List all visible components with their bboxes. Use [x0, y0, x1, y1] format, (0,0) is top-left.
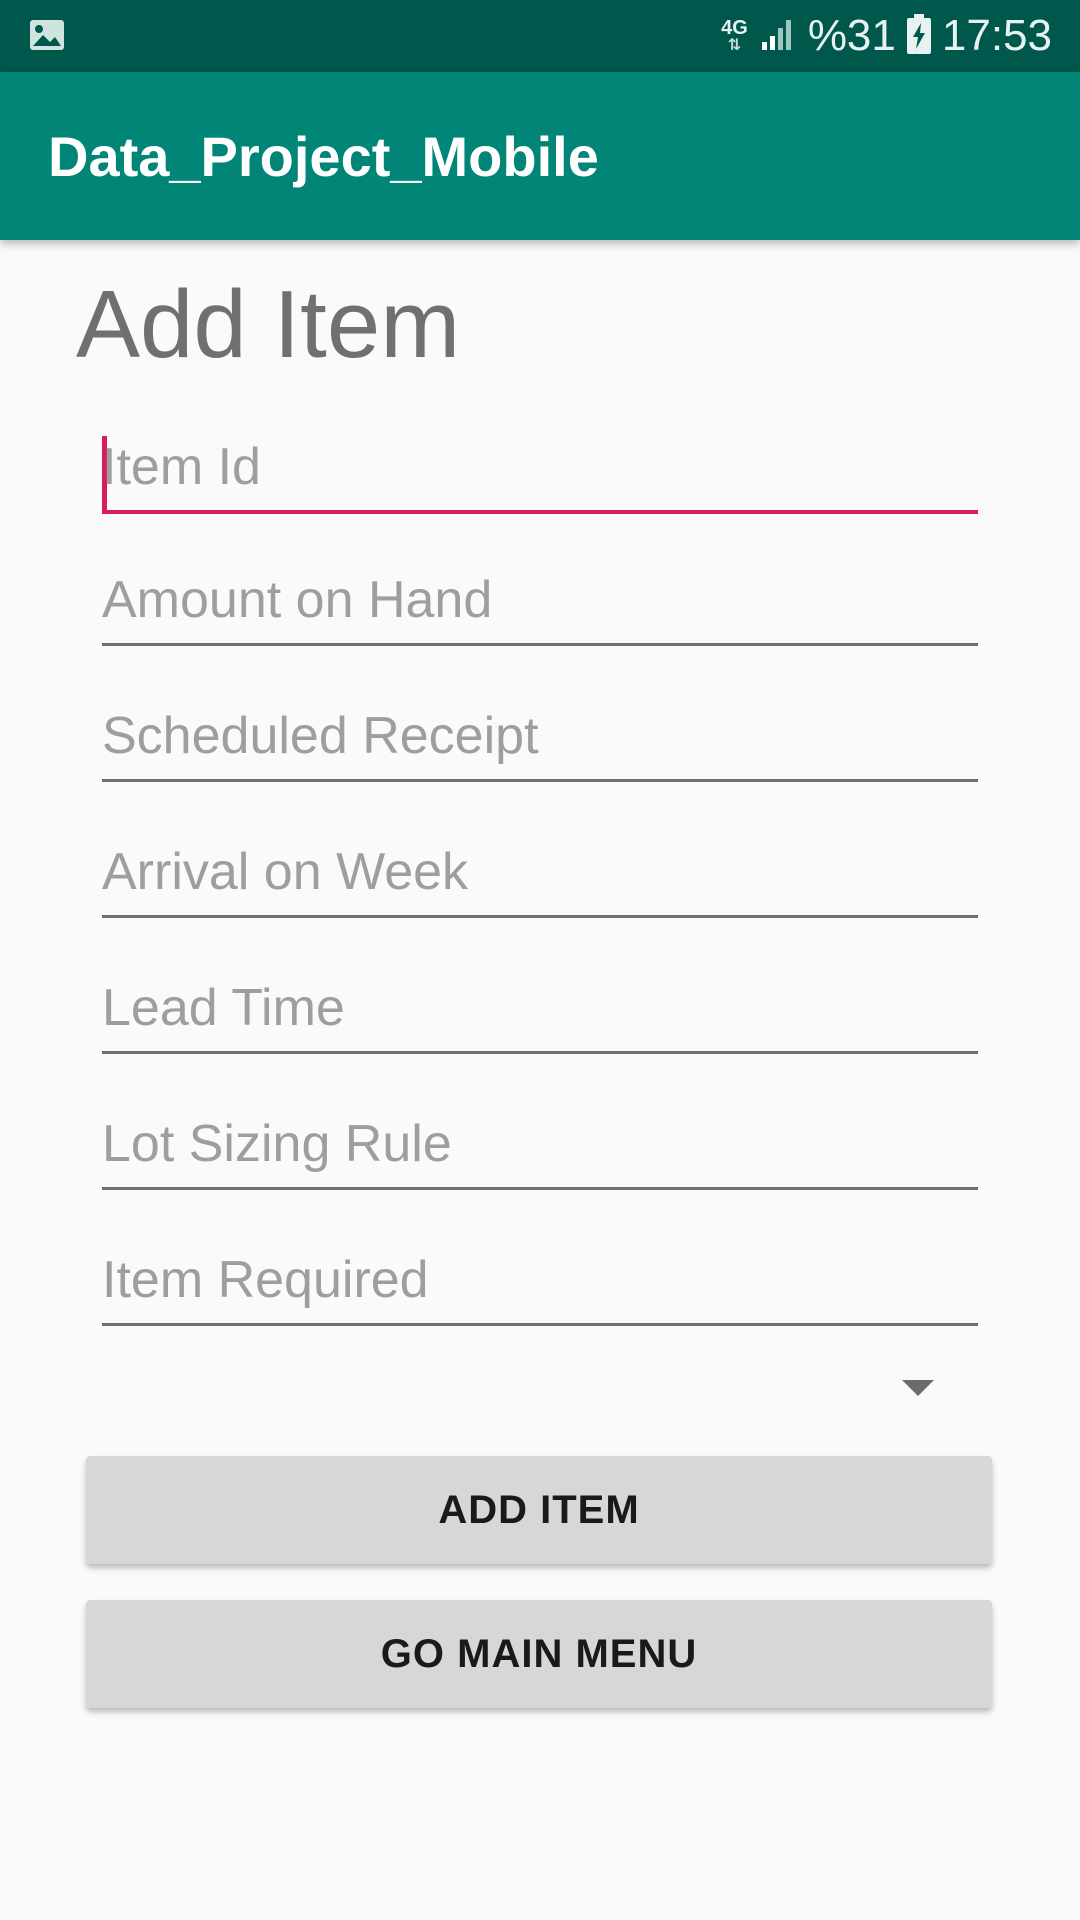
network-type-label: 4G	[721, 17, 748, 39]
app-title: Data_Project_Mobile	[48, 124, 599, 188]
item-id-field[interactable]	[102, 430, 978, 514]
app-bar: Data_Project_Mobile	[0, 72, 1080, 240]
lot-sizing-rule-field[interactable]	[102, 1106, 978, 1190]
lead-time-field[interactable]	[102, 970, 978, 1054]
go-main-menu-button[interactable]: GO MAIN MENU	[86, 1600, 992, 1708]
amount-on-hand-field[interactable]	[102, 562, 978, 646]
lot-sizing-rule-input[interactable]	[102, 1106, 978, 1187]
network-arrows-icon: ⇅	[727, 37, 742, 54]
signal-icon	[758, 14, 798, 59]
amount-on-hand-input[interactable]	[102, 562, 978, 643]
status-indicators: 4G ⇅ %31 17:53	[721, 0, 1052, 72]
arrival-on-week-input[interactable]	[102, 834, 978, 915]
item-required-input[interactable]	[102, 1242, 978, 1323]
image-icon	[28, 16, 66, 54]
lot-sizing-spinner[interactable]	[102, 1350, 978, 1420]
arrival-on-week-field[interactable]	[102, 834, 978, 918]
item-id-input[interactable]	[102, 430, 978, 510]
clock: 17:53	[941, 11, 1052, 60]
scheduled-receipt-field[interactable]	[102, 698, 978, 782]
battery-charging-icon	[906, 13, 932, 60]
scheduled-receipt-input[interactable]	[102, 698, 978, 779]
battery-percent: %31	[807, 11, 896, 60]
network-indicator: 4G ⇅	[721, 18, 748, 54]
lead-time-input[interactable]	[102, 970, 978, 1051]
page-title: Add Item	[76, 271, 461, 378]
item-required-field[interactable]	[102, 1242, 978, 1326]
status-bar: 4G ⇅ %31 17:53	[0, 0, 1080, 72]
add-item-button[interactable]: ADD ITEM	[86, 1456, 992, 1564]
dropdown-arrow-icon[interactable]	[902, 1380, 934, 1396]
